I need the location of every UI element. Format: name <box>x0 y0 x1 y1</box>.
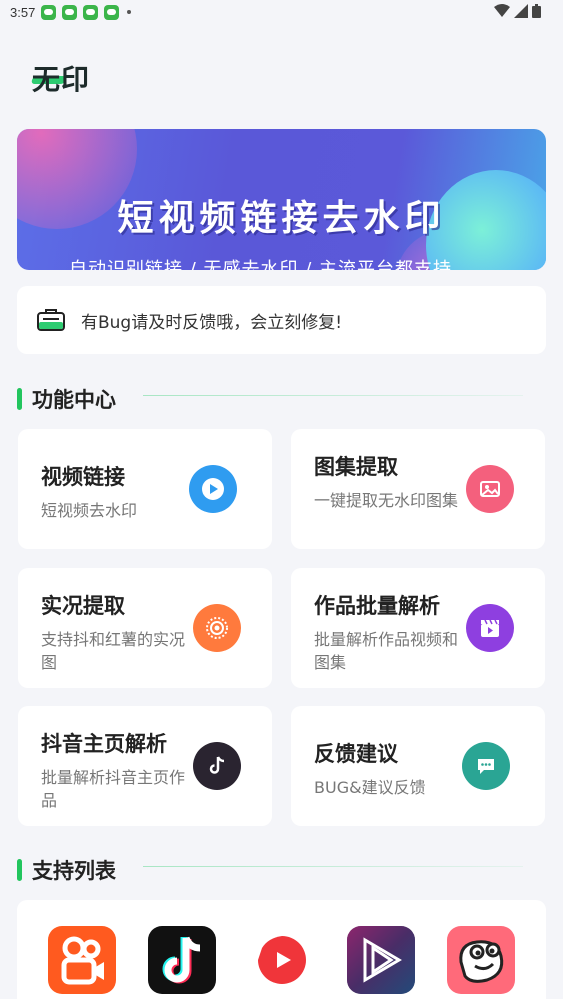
banner-title: 短视频链接去水印 <box>117 198 446 239</box>
section-title: 功能中心 <box>32 388 116 412</box>
app-logo: 无印 <box>30 58 91 98</box>
card-subtitle: 一键提取无水印图集 <box>314 491 459 510</box>
xigua-app-icon[interactable] <box>248 926 316 994</box>
wifi-icon <box>494 4 510 17</box>
live-photo-card[interactable]: 实况提取 支持抖和红薯的实况图 <box>18 568 272 688</box>
video-app-icon[interactable] <box>347 926 415 994</box>
wechat-notification-icon <box>41 4 57 20</box>
battery-icon <box>532 4 541 18</box>
play-icon <box>189 465 245 521</box>
system-status <box>494 4 541 18</box>
section-accent <box>17 388 22 410</box>
image-icon <box>466 465 522 521</box>
card-title: 视频链接 <box>41 465 125 489</box>
live-photo-icon <box>193 604 249 660</box>
notice-text: 有Bug请及时反馈哦，会立刻修复! <box>81 312 343 333</box>
feedback-card[interactable]: 反馈建议 BUG&建议反馈 <box>291 706 545 826</box>
briefcase-icon <box>37 309 65 331</box>
banner-subtitle: 自动识别链接 / 无感去水印 / 主流平台都支持 <box>69 259 453 270</box>
card-title: 作品批量解析 <box>314 594 440 618</box>
more-notifications-icon <box>127 10 132 14</box>
douyin-profile-card[interactable]: 抖音主页解析 批量解析抖音主页作品 <box>18 706 272 826</box>
wechat-notification-icon <box>104 4 120 20</box>
tiktok-icon <box>193 742 249 798</box>
card-title: 实况提取 <box>41 594 125 618</box>
card-title: 反馈建议 <box>314 742 398 766</box>
wechat-notification-icon <box>62 4 78 20</box>
notice-bar[interactable]: 有Bug请及时反馈哦，会立刻修复! <box>17 286 546 354</box>
card-subtitle: BUG&建议反馈 <box>314 778 426 797</box>
promo-banner[interactable]: 短视频链接去水印 自动识别链接 / 无感去水印 / 主流平台都支持 <box>17 129 546 270</box>
section-title: 支持列表 <box>32 859 116 883</box>
section-divider <box>143 395 523 396</box>
section-header-functions: 功能中心 <box>17 384 523 414</box>
video-link-card[interactable]: 视频链接 短视频去水印 <box>18 429 272 549</box>
signal-icon <box>514 4 528 18</box>
pipixia-app-icon[interactable] <box>447 926 515 994</box>
card-subtitle: 批量解析作品视频和图集 <box>314 630 459 672</box>
card-title: 图集提取 <box>314 455 398 479</box>
wechat-notification-icon <box>83 4 99 20</box>
kuaishou-app-icon[interactable] <box>48 926 116 994</box>
card-title: 抖音主页解析 <box>41 732 167 756</box>
section-accent <box>17 859 22 881</box>
card-subtitle: 批量解析抖音主页作品 <box>41 768 186 810</box>
status-time: 3:57 <box>10 4 36 20</box>
chat-icon <box>462 742 518 798</box>
logo-text: 无印 <box>32 63 91 96</box>
image-extract-card[interactable]: 图集提取 一键提取无水印图集 <box>291 429 545 549</box>
clapper-icon <box>466 604 522 660</box>
supported-apps-list <box>17 900 546 999</box>
card-subtitle: 短视频去水印 <box>41 501 138 520</box>
section-header-supported: 支持列表 <box>17 855 523 885</box>
douyin-app-icon[interactable] <box>148 926 216 994</box>
status-bar: 3:57 <box>0 0 563 24</box>
card-subtitle: 支持抖和红薯的实况图 <box>41 630 186 672</box>
section-divider <box>143 866 523 867</box>
batch-parse-card[interactable]: 作品批量解析 批量解析作品视频和图集 <box>291 568 545 688</box>
